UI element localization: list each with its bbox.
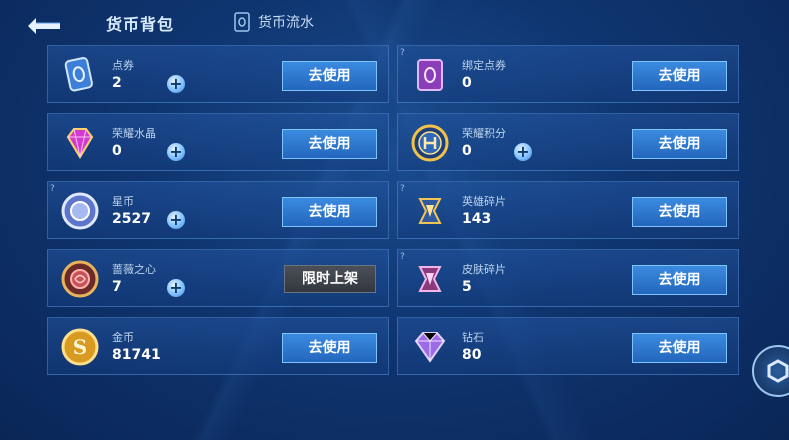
currency-name: 钻石: [462, 331, 484, 344]
currency-grid: 点券 2 + 去使用 ? 绑定点券 0 去使用 荣耀水晶 0 + 去使用 荣耀积…: [47, 45, 739, 375]
gold-coin-icon: S: [61, 328, 99, 366]
use-diamond-button[interactable]: 去使用: [632, 333, 727, 363]
help-icon[interactable]: ?: [50, 184, 55, 194]
use-gold-button[interactable]: 去使用: [282, 333, 377, 363]
currency-flow-label: 货币流水: [258, 15, 314, 31]
coupon-icon: [64, 57, 93, 92]
hero-fragment-icon: [418, 198, 442, 224]
currency-card-coupon: 点券 2 + 去使用: [47, 45, 389, 103]
use-bound-coupon-button[interactable]: 去使用: [632, 61, 727, 91]
currency-count: 2: [112, 75, 122, 91]
add-coupon-button[interactable]: +: [167, 75, 185, 93]
star-coin-icon: [61, 192, 99, 230]
help-icon[interactable]: ?: [400, 252, 405, 262]
currency-card-glory-crystal: 荣耀水晶 0 + 去使用: [47, 113, 389, 171]
currency-card-bound-coupon: ? 绑定点券 0 去使用: [397, 45, 739, 103]
bound-coupon-icon: [417, 59, 443, 91]
ledger-icon: [234, 12, 250, 32]
back-arrow-icon: [28, 18, 60, 34]
settings-hex-icon: [767, 359, 789, 383]
use-star-coin-button[interactable]: 去使用: [282, 197, 377, 227]
currency-card-star-coin: ? 星币 2527 + 去使用: [47, 181, 389, 239]
glory-points-icon: [411, 124, 449, 162]
currency-card-gold: S 金币 81741 去使用: [47, 317, 389, 375]
rose-heart-icon: [61, 260, 99, 298]
side-menu-button[interactable]: [752, 345, 789, 397]
currency-count: 0: [112, 143, 122, 159]
top-bar: 货币背包 货币流水: [0, 0, 789, 44]
currency-count: 7: [112, 279, 122, 295]
use-crystal-button[interactable]: 去使用: [282, 129, 377, 159]
diamond-icon: [414, 332, 446, 363]
currency-card-hero-fragment: ? 英雄碎片 143 去使用: [397, 181, 739, 239]
currency-name: 皮肤碎片: [462, 263, 506, 276]
currency-name: 蔷薇之心: [112, 263, 156, 276]
currency-count: 81741: [112, 347, 161, 363]
help-icon[interactable]: ?: [400, 184, 405, 194]
add-glory-points-button[interactable]: +: [514, 143, 532, 161]
help-icon[interactable]: ?: [400, 48, 405, 58]
use-skin-fragment-button[interactable]: 去使用: [632, 265, 727, 295]
use-coupon-button[interactable]: 去使用: [282, 61, 377, 91]
use-hero-fragment-button[interactable]: 去使用: [632, 197, 727, 227]
currency-name: 点券: [112, 59, 134, 72]
skin-fragment-icon: [418, 266, 442, 292]
currency-name: 英雄碎片: [462, 195, 506, 208]
currency-name: 荣耀水晶: [112, 127, 156, 140]
back-button[interactable]: [22, 10, 66, 34]
currency-count: 80: [462, 347, 482, 363]
use-glory-points-button[interactable]: 去使用: [632, 129, 727, 159]
currency-name: 金币: [112, 331, 134, 344]
page-title: 货币背包: [106, 15, 175, 34]
add-star-coin-button[interactable]: +: [167, 211, 185, 229]
currency-name: 绑定点券: [462, 59, 506, 72]
currency-count: 143: [462, 211, 492, 227]
currency-flow-link[interactable]: 货币流水: [234, 12, 314, 32]
add-rose-heart-button[interactable]: +: [167, 279, 185, 297]
currency-name: 星币: [112, 195, 134, 208]
currency-count: 5: [462, 279, 472, 295]
crystal-icon: [66, 128, 94, 159]
currency-card-diamond: 钻石 80 去使用: [397, 317, 739, 375]
currency-name: 荣耀积分: [462, 127, 506, 140]
currency-card-rose-heart: 蔷薇之心 7 + 限时上架: [47, 249, 389, 307]
currency-count: 0: [462, 75, 472, 91]
currency-count: 0: [462, 143, 472, 159]
add-crystal-button[interactable]: +: [167, 143, 185, 161]
currency-card-glory-points: 荣耀积分 0 + 去使用: [397, 113, 739, 171]
currency-count: 2527: [112, 211, 151, 227]
limited-availability-label: 限时上架: [284, 265, 376, 293]
currency-card-skin-fragment: ? 皮肤碎片 5 去使用: [397, 249, 739, 307]
svg-text:S: S: [73, 335, 87, 359]
